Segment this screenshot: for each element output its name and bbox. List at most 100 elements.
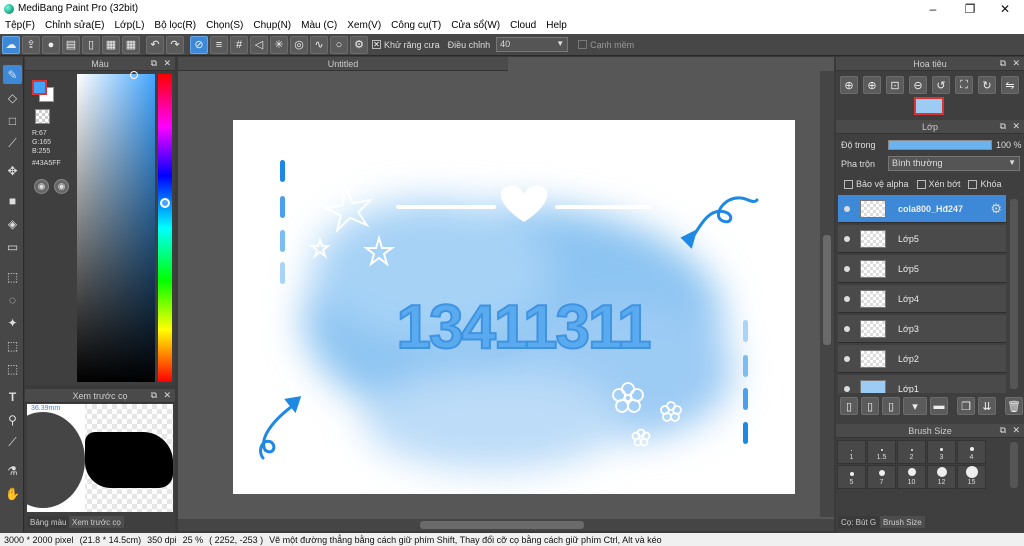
radial-snap-icon[interactable]: ✳ (270, 35, 288, 54)
page-icon[interactable]: ▯ (82, 35, 100, 54)
undo-icon[interactable]: ↶ (146, 35, 164, 54)
eyedropper-tool-icon[interactable]: ⚗ (3, 461, 22, 480)
brush-size-cell[interactable]: 4 (957, 440, 986, 464)
zoom-in-icon[interactable]: ⊕ (840, 76, 858, 94)
horizontal-scroll-thumb[interactable] (420, 521, 584, 529)
cloud-icon[interactable]: ☁ (2, 35, 20, 54)
hue-slider[interactable] (158, 74, 172, 382)
antialias-checkbox[interactable]: ✕ (372, 40, 381, 49)
brush-size-cell[interactable]: 10 (897, 465, 926, 489)
close-icon[interactable]: ✕ (1012, 58, 1020, 69)
gear-icon[interactable]: ⚙ (990, 201, 1002, 217)
parallel-snap-icon[interactable]: ≡ (210, 35, 228, 54)
sv-cursor[interactable] (130, 71, 138, 79)
actual-size-icon[interactable]: ⛶ (955, 76, 973, 94)
blend-mode-select[interactable]: Bình thường ▼ (888, 156, 1020, 171)
menu-tools[interactable]: Công cụ(T) (386, 20, 446, 31)
folder-icon[interactable]: ▬ (930, 397, 948, 415)
close-icon[interactable]: ✕ (1012, 121, 1020, 132)
rotate-right-icon[interactable]: ↻ (978, 76, 996, 94)
close-icon[interactable]: ✕ (163, 58, 171, 69)
vanishing-point-icon[interactable]: ◁ (250, 35, 268, 54)
tab-brush-size[interactable]: Brush Size (880, 516, 925, 528)
document-tab[interactable]: Untitled (178, 57, 508, 71)
undock-icon[interactable]: ⧉ (151, 390, 157, 401)
divide-tool-icon[interactable]: ⟋ (3, 433, 22, 452)
eye-icon[interactable] (844, 385, 850, 392)
eraser-tool-icon[interactable]: ◇ (3, 88, 22, 107)
duplicate-layer-icon[interactable]: ❐ (957, 397, 975, 415)
redo-icon[interactable]: ↷ (166, 35, 184, 54)
protect-alpha-checkbox[interactable] (844, 179, 853, 189)
adjust-select[interactable]: 40 ▼ (496, 37, 569, 52)
brush-size-scrollbar[interactable] (1010, 442, 1018, 488)
menu-help[interactable]: Help (541, 20, 572, 31)
brush-size-cell[interactable]: 12 (927, 465, 956, 489)
layer-row[interactable]: Lớp4 (838, 285, 1006, 313)
trash-icon[interactable]: 🗑 (1005, 397, 1023, 415)
navigator-thumbnail[interactable] (914, 97, 944, 115)
select-eraser-tool-icon[interactable]: ⬚ (3, 359, 22, 378)
opacity-slider[interactable] (888, 140, 992, 150)
ellipse-snap-icon[interactable]: ○ (330, 35, 348, 54)
eye-icon[interactable] (844, 355, 850, 362)
menu-view[interactable]: Xem(V) (342, 20, 386, 31)
transparent-color-swatch[interactable] (35, 109, 50, 124)
pages-icon[interactable]: ▦ (102, 35, 120, 54)
layer-row[interactable]: Lớp3 (838, 315, 1006, 343)
circle-snap-icon[interactable]: ◎ (290, 35, 308, 54)
minimize-button[interactable]: – (916, 0, 950, 17)
curve-snap-icon[interactable]: ∿ (310, 35, 328, 54)
snap-off-icon[interactable]: ⊘ (190, 35, 208, 54)
select-pen-tool-icon[interactable]: ⬚ (3, 336, 22, 355)
menu-filter[interactable]: Bộ lọc(R) (149, 20, 201, 31)
menu-color[interactable]: Màu (C) (296, 20, 342, 31)
rectangle-tool-icon[interactable]: □ (3, 111, 22, 130)
brush-size-cell[interactable]: 7 (867, 465, 896, 489)
brush-size-cell[interactable]: 5 (837, 465, 866, 489)
select-tool-icon[interactable]: ⬚ (3, 267, 22, 286)
comment-icon[interactable]: ● (42, 35, 60, 54)
tab-brush[interactable]: Cọ: Bút G (838, 516, 880, 528)
gradient-tool-icon[interactable]: ▭ (3, 237, 22, 256)
eye-icon[interactable] (844, 325, 850, 332)
operation-tool-icon[interactable]: ⚲ (3, 410, 22, 429)
eye-icon[interactable] (844, 235, 850, 242)
vertical-scroll-thumb[interactable] (823, 235, 831, 345)
layer-row[interactable]: Lớp5 (838, 225, 1006, 253)
layer-row[interactable]: Lớp1 (838, 375, 1006, 393)
close-button[interactable]: ✕ (988, 0, 1022, 17)
menu-cloud[interactable]: Cloud (505, 20, 541, 31)
menu-layer[interactable]: Lớp(L) (110, 20, 150, 31)
undock-icon[interactable]: ⧉ (151, 58, 157, 69)
eye-icon[interactable] (844, 265, 850, 272)
layer-scrollbar[interactable] (1010, 199, 1018, 389)
layer-row[interactable]: cola800_Hđ247 ⚙ (838, 195, 1006, 223)
undock-icon[interactable]: ⧉ (1000, 58, 1006, 69)
chat-icon[interactable]: ▤ (62, 35, 80, 54)
fill-rect-tool-icon[interactable]: ■ (3, 191, 22, 210)
new-8bit-layer-icon[interactable]: ▯ (882, 397, 900, 415)
line-tool-icon[interactable]: ⟋ (3, 134, 22, 153)
bucket-tool-icon[interactable]: ◈ (3, 214, 22, 233)
brush-size-cell[interactable]: 1 (837, 440, 866, 464)
tab-brush-preview[interactable]: Xem trước cọ (69, 516, 124, 528)
undock-icon[interactable]: ⧉ (1000, 121, 1006, 132)
drawing-canvas[interactable]: 13411311 (233, 120, 795, 494)
zoom-out-icon[interactable]: ⊖ (909, 76, 927, 94)
palette-icon[interactable]: ◉ (34, 179, 49, 194)
saturation-value-picker[interactable] (77, 71, 155, 382)
hue-handle[interactable] (160, 198, 170, 208)
menu-edit[interactable]: Chỉnh sửa(E) (40, 20, 110, 31)
settings-icon[interactable]: ⚙ (350, 35, 368, 54)
menu-file[interactable]: Tệp(F) (0, 20, 40, 31)
tab-palette[interactable]: Bảng màu (27, 516, 70, 528)
palette-add-icon[interactable]: ◉ (54, 179, 69, 194)
fit-icon[interactable]: ⊡ (886, 76, 904, 94)
rotate-left-icon[interactable]: ↺ (932, 76, 950, 94)
close-icon[interactable]: ✕ (1012, 425, 1020, 436)
lock-checkbox[interactable] (968, 179, 978, 189)
brush-tool-icon[interactable]: ✎ (3, 65, 22, 84)
close-icon[interactable]: ✕ (163, 390, 171, 401)
crisscross-snap-icon[interactable]: # (230, 35, 248, 54)
